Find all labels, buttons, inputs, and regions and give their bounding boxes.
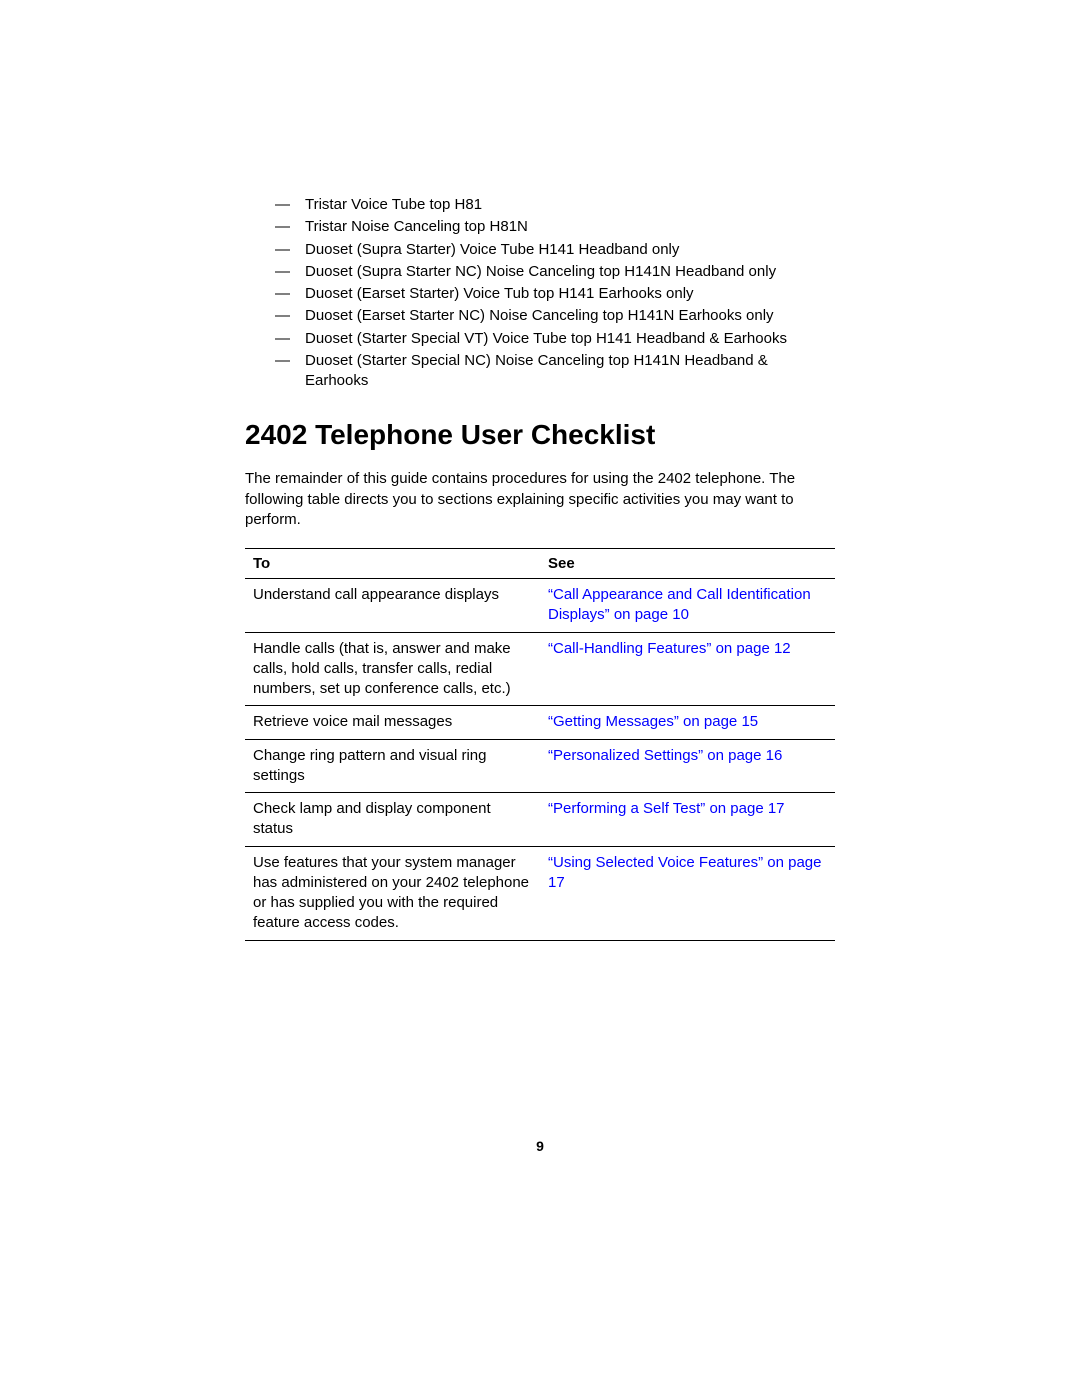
dash-icon: — (275, 262, 305, 282)
cross-reference-link[interactable]: “Personalized Settings” on page 16 (548, 747, 782, 764)
table-row: Check lamp and display component status … (245, 793, 835, 847)
list-item: — Duoset (Supra Starter NC) Noise Cancel… (275, 262, 835, 282)
table-header-see: See (540, 549, 835, 579)
list-item-text: Duoset (Supra Starter NC) Noise Cancelin… (305, 262, 835, 282)
list-item-text: Duoset (Earset Starter NC) Noise Canceli… (305, 306, 835, 326)
table-row: Handle calls (that is, answer and make c… (245, 632, 835, 706)
dash-icon: — (275, 329, 305, 349)
list-item: — Duoset (Starter Special VT) Voice Tube… (275, 329, 835, 349)
dash-icon: — (275, 284, 305, 304)
cross-reference-link[interactable]: “Getting Messages” on page 15 (548, 713, 758, 730)
table-cell-see: “Using Selected Voice Features” on page … (540, 846, 835, 940)
table-row: Understand call appearance displays “Cal… (245, 579, 835, 633)
list-item: — Duoset (Earset Starter NC) Noise Cance… (275, 306, 835, 326)
cross-reference-link[interactable]: “Call Appearance and Call Identification… (548, 586, 811, 623)
list-item: — Tristar Noise Canceling top H81N (275, 217, 835, 237)
table-cell-see: “Call Appearance and Call Identification… (540, 579, 835, 633)
table-cell-to: Understand call appearance displays (245, 579, 540, 633)
dash-icon: — (275, 351, 305, 392)
list-item-text: Tristar Noise Canceling top H81N (305, 217, 835, 237)
table-cell-to: Change ring pattern and visual ring sett… (245, 739, 540, 793)
table-cell-to: Handle calls (that is, answer and make c… (245, 632, 540, 706)
intro-paragraph: The remainder of this guide contains pro… (245, 469, 835, 530)
list-item-text: Duoset (Starter Special VT) Voice Tube t… (305, 329, 835, 349)
dash-icon: — (275, 195, 305, 215)
list-item: — Duoset (Earset Starter) Voice Tub top … (275, 284, 835, 304)
list-item-text: Tristar Voice Tube top H81 (305, 195, 835, 215)
dash-icon: — (275, 217, 305, 237)
list-item-text: Duoset (Earset Starter) Voice Tub top H1… (305, 284, 835, 304)
table-header-to: To (245, 549, 540, 579)
page-number: 9 (0, 1138, 1080, 1154)
table-cell-see: “Call-Handling Features” on page 12 (540, 632, 835, 706)
table-cell-to: Use features that your system manager ha… (245, 846, 540, 940)
headset-list: — Tristar Voice Tube top H81 — Tristar N… (245, 195, 835, 391)
table-row: Change ring pattern and visual ring sett… (245, 739, 835, 793)
table-row: Retrieve voice mail messages “Getting Me… (245, 706, 835, 739)
section-heading: 2402 Telephone User Checklist (245, 419, 835, 451)
list-item-text: Duoset (Supra Starter) Voice Tube H141 H… (305, 240, 835, 260)
cross-reference-link[interactable]: “Using Selected Voice Features” on page … (548, 854, 822, 891)
cross-reference-link[interactable]: “Performing a Self Test” on page 17 (548, 800, 785, 817)
table-row: Use features that your system manager ha… (245, 846, 835, 940)
page-content: — Tristar Voice Tube top H81 — Tristar N… (0, 0, 1080, 941)
table-cell-see: “Getting Messages” on page 15 (540, 706, 835, 739)
list-item: — Duoset (Supra Starter) Voice Tube H141… (275, 240, 835, 260)
table-cell-to: Retrieve voice mail messages (245, 706, 540, 739)
table-cell-see: “Performing a Self Test” on page 17 (540, 793, 835, 847)
list-item-text: Duoset (Starter Special NC) Noise Cancel… (305, 351, 835, 392)
dash-icon: — (275, 240, 305, 260)
dash-icon: — (275, 306, 305, 326)
table-cell-to: Check lamp and display component status (245, 793, 540, 847)
list-item: — Tristar Voice Tube top H81 (275, 195, 835, 215)
list-item: — Duoset (Starter Special NC) Noise Canc… (275, 351, 835, 392)
checklist-table: To See Understand call appearance displa… (245, 548, 835, 941)
table-cell-see: “Personalized Settings” on page 16 (540, 739, 835, 793)
cross-reference-link[interactable]: “Call-Handling Features” on page 12 (548, 640, 791, 657)
